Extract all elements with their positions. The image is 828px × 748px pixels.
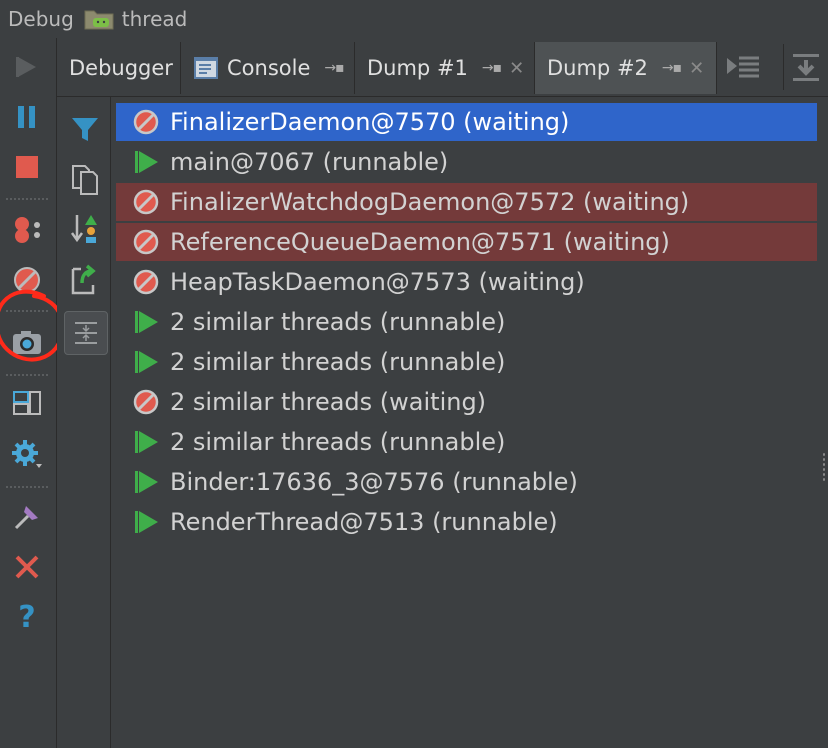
- thread-label: HeapTaskDaemon@7573 (waiting): [170, 268, 585, 296]
- runnable-thread-icon: [130, 506, 162, 538]
- pause-icon[interactable]: [10, 100, 44, 134]
- resize-handle[interactable]: [822, 452, 826, 482]
- pin-icon[interactable]: [10, 500, 44, 534]
- waiting-thread-icon: [130, 106, 162, 138]
- show-execution-point-icon[interactable]: [725, 52, 761, 84]
- thread-list: FinalizerDaemon@7570 (waiting) main@7067 …: [111, 97, 828, 748]
- thread-row[interactable]: 2 similar threads (runnable): [116, 343, 817, 381]
- thread-label: FinalizerDaemon@7570 (waiting): [170, 108, 570, 136]
- thread-row[interactable]: FinalizerDaemon@7570 (waiting): [116, 103, 817, 141]
- debug-title-bar: Debug thread: [0, 0, 828, 39]
- runnable-thread-icon: [130, 426, 162, 458]
- run-config-name[interactable]: thread: [122, 7, 188, 31]
- pin-tab-icon[interactable]: →▪: [482, 60, 502, 76]
- tab-console[interactable]: Console →▪: [181, 42, 355, 94]
- thread-dump-tools: [57, 97, 111, 748]
- thread-label: RenderThread@7513 (runnable): [170, 508, 558, 536]
- tab-debugger[interactable]: Debugger: [57, 42, 181, 94]
- thread-row[interactable]: FinalizerWatchdogDaemon@7572 (waiting): [116, 183, 817, 221]
- stop-icon[interactable]: [10, 150, 44, 184]
- close-tab-icon[interactable]: ✕: [689, 58, 704, 79]
- debug-tab-bar: Debugger Console →▪ Dump #1 →▪ ✕ Dump #2…: [57, 38, 828, 97]
- thread-label: FinalizerWatchdogDaemon@7572 (waiting): [170, 188, 690, 216]
- debug-label: Debug: [8, 7, 74, 31]
- runnable-thread-icon: [130, 346, 162, 378]
- runnable-thread-icon: [130, 146, 162, 178]
- thread-row[interactable]: 2 similar threads (runnable): [116, 423, 817, 461]
- thread-label: 2 similar threads (runnable): [170, 308, 506, 336]
- settings-icon[interactable]: [10, 438, 44, 472]
- export-icon[interactable]: [69, 263, 101, 295]
- thread-row[interactable]: 2 similar threads (runnable): [116, 303, 817, 341]
- waiting-thread-icon: [130, 186, 162, 218]
- runnable-thread-icon: [130, 306, 162, 338]
- waiting-thread-icon: [130, 266, 162, 298]
- thread-label: ReferenceQueueDaemon@7571 (waiting): [170, 228, 670, 256]
- tab-dump-2[interactable]: Dump #2 →▪ ✕: [535, 42, 717, 94]
- restore-layout-icon[interactable]: [10, 386, 44, 420]
- step-over-icon[interactable]: [791, 52, 821, 84]
- thread-row[interactable]: HeapTaskDaemon@7573 (waiting): [116, 263, 817, 301]
- runnable-thread-icon: [130, 466, 162, 498]
- thread-label: Binder:17636_3@7576 (runnable): [170, 468, 578, 496]
- thread-label: main@7067 (runnable): [170, 148, 449, 176]
- tab-label: Dump #2: [547, 56, 648, 80]
- thread-label: 2 similar threads (runnable): [170, 428, 506, 456]
- tab-label: Console: [227, 56, 311, 80]
- toolbar-separator: [6, 198, 48, 200]
- toolbar-separator: [6, 486, 48, 488]
- sort-icon[interactable]: [69, 213, 101, 245]
- close-icon[interactable]: [10, 550, 44, 584]
- tab-dump-1[interactable]: Dump #1 →▪ ✕: [355, 42, 535, 94]
- console-icon: [194, 57, 218, 79]
- tab-label: Debugger: [69, 56, 173, 80]
- debug-left-toolbar: ?: [0, 38, 65, 748]
- thread-row[interactable]: Binder:17636_3@7576 (runnable): [116, 463, 817, 501]
- merge-similar-icon[interactable]: [64, 311, 108, 355]
- waiting-thread-icon: [130, 386, 162, 418]
- android-folder-icon: [84, 8, 114, 30]
- copy-icon[interactable]: [69, 163, 101, 195]
- thread-label: 2 similar threads (runnable): [170, 348, 506, 376]
- thread-row[interactable]: main@7067 (runnable): [116, 143, 817, 181]
- resume-icon[interactable]: [10, 50, 44, 84]
- filter-icon[interactable]: [69, 113, 101, 145]
- pin-tab-icon[interactable]: →▪: [324, 60, 344, 76]
- thread-row[interactable]: 2 similar threads (waiting): [116, 383, 817, 421]
- pin-tab-icon[interactable]: →▪: [662, 60, 682, 76]
- toolbar-separator: [6, 374, 48, 376]
- waiting-thread-icon: [130, 226, 162, 258]
- toolbar-separator: [783, 44, 784, 90]
- thread-row[interactable]: RenderThread@7513 (runnable): [116, 503, 817, 541]
- thread-label: 2 similar threads (waiting): [170, 388, 487, 416]
- help-icon[interactable]: ?: [10, 600, 44, 635]
- view-breakpoints-icon[interactable]: [10, 213, 44, 247]
- tab-label: Dump #1: [367, 56, 468, 80]
- close-tab-icon[interactable]: ✕: [509, 58, 524, 79]
- thread-row[interactable]: ReferenceQueueDaemon@7571 (waiting): [116, 223, 817, 261]
